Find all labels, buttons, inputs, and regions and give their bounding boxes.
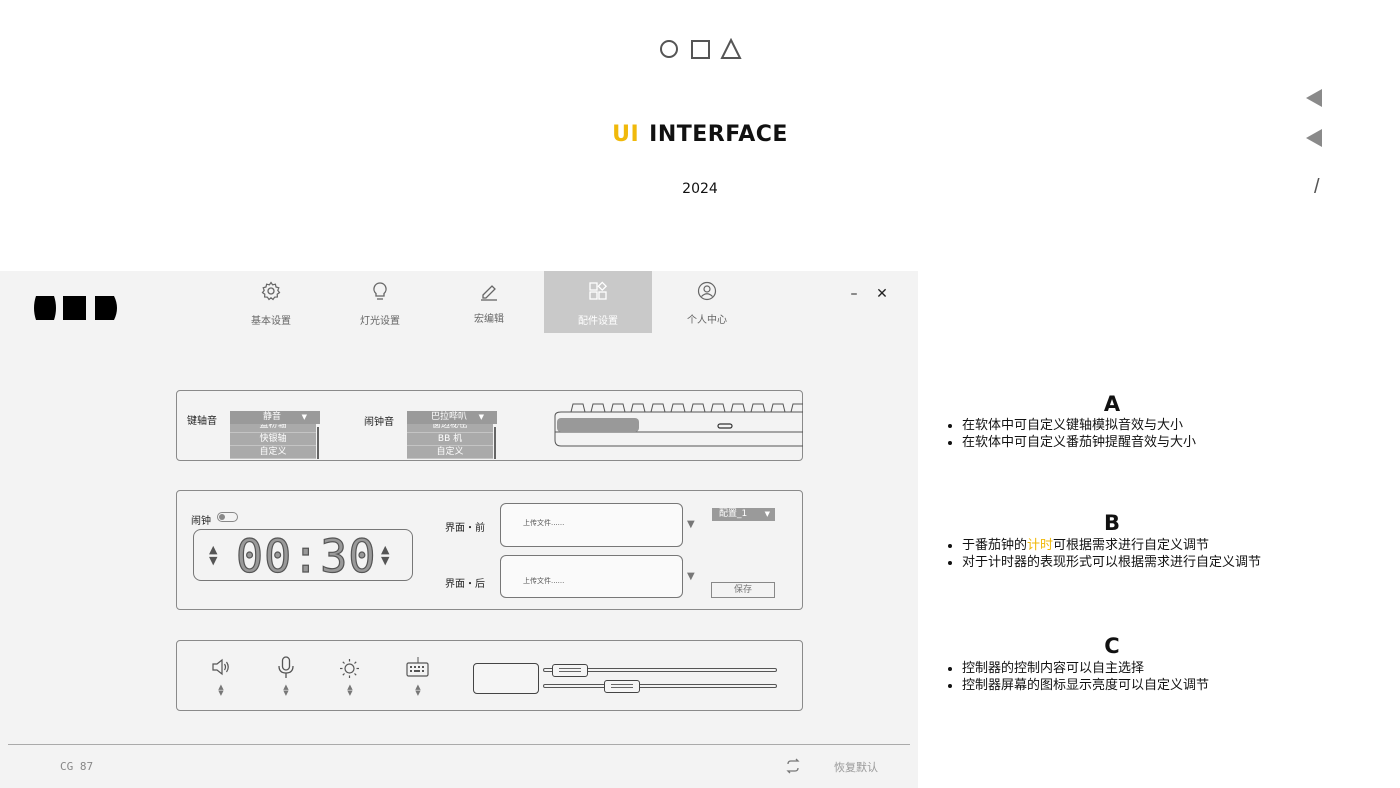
title-main: INTERFACE [649, 122, 788, 147]
model-label: CG 87 [60, 760, 94, 773]
tab-basic-settings[interactable]: 基本设置 [217, 271, 325, 333]
slider-track[interactable] [543, 684, 777, 688]
note-item: 对于计时器的表现形式可以根据需求进行自定义调节 [962, 554, 1292, 571]
section-c-letter: C [1104, 634, 1120, 658]
option-item[interactable]: 快银轴 [230, 433, 316, 446]
save-button[interactable]: 保存 [711, 582, 775, 598]
section-a-notes: 在软体中可自定义键轴模拟音效与大小 在软体中可自定义番茄钟提醒音效与大小 [944, 417, 1302, 451]
tab-label: 灯光设置 [360, 316, 400, 327]
volume-stepper[interactable]: ▲ ▼ [216, 684, 226, 697]
alarm-sound-label: 闹钟音 [364, 417, 394, 428]
switch-sound-dropdown[interactable]: 静音 ▼ [230, 411, 320, 424]
page-title: UI INTERFACE [0, 122, 1400, 147]
circle-icon [660, 40, 678, 58]
upload-placeholder: 上传文件...... [523, 577, 565, 585]
reset-default-button[interactable]: 恢复默认 [834, 759, 878, 775]
option-item[interactable]: 自定义 [230, 446, 316, 459]
footer-divider [8, 744, 910, 745]
square-icon [691, 40, 710, 59]
keyboard-illustration [554, 403, 803, 447]
slider-thumb[interactable] [604, 680, 640, 693]
close-button[interactable]: ✕ [874, 286, 890, 302]
scrollbar[interactable] [317, 427, 319, 459]
chevron-down-icon: ▼ [478, 413, 484, 421]
speaker-icon[interactable] [211, 657, 231, 677]
note-item: 控制器屏幕的图标显示亮度可以自定义调节 [962, 677, 1302, 694]
lightbulb-icon [373, 282, 387, 300]
dropdown-value: 配置_1 [719, 509, 748, 519]
reset-icon[interactable] [785, 758, 801, 774]
triangle-icon [720, 38, 742, 59]
tab-label: 基本设置 [251, 316, 291, 327]
switch-sound-label: 键轴音 [187, 416, 217, 427]
note-item: 在软体中可自定义键轴模拟音效与大小 [962, 417, 1302, 434]
alarm-sound-options: 窗边秘密 BB 机 自定义 [407, 424, 493, 459]
gear-icon [261, 281, 281, 301]
left-triangle-icon [1306, 129, 1322, 147]
timer-left-stepper[interactable]: ▲ ▼ [209, 544, 217, 566]
section-b-letter: B [1103, 511, 1120, 535]
timer-time: 00:30 [235, 529, 377, 583]
chevron-down-icon: ▼ [764, 510, 770, 518]
user-icon [697, 281, 717, 301]
accessories-icon [589, 281, 608, 300]
chevron-down-icon[interactable]: ▼ [687, 571, 695, 582]
left-triangle-icon [1306, 89, 1322, 107]
microphone-icon[interactable] [276, 656, 296, 680]
tab-label: 配件设置 [578, 316, 618, 327]
upload-placeholder: 上传文件...... [523, 519, 565, 527]
tab-macro-edit[interactable]: 宏编辑 [435, 271, 543, 333]
option-item[interactable]: 自定义 [407, 446, 493, 459]
tab-label: 个人中心 [687, 315, 727, 326]
config-dropdown[interactable]: 配置_1 ▼ [712, 508, 775, 521]
tab-label: 宏编辑 [474, 314, 504, 325]
note-highlight: 计时 [1027, 538, 1054, 553]
back-screen-label: 界面・后 [445, 579, 485, 590]
back-upload-field[interactable]: 上传文件...... [500, 555, 683, 598]
front-upload-field[interactable]: 上传文件...... [500, 503, 683, 547]
brightness-icon[interactable] [339, 658, 360, 679]
minimize-button[interactable]: – [846, 286, 862, 302]
title-accent: UI [612, 122, 640, 147]
front-screen-label: 界面・前 [445, 523, 485, 534]
alarm-toggle[interactable] [217, 512, 238, 522]
page-year: 2024 [682, 181, 718, 197]
note-item: 在软体中可自定义番茄钟提醒音效与大小 [962, 434, 1302, 451]
timer-right-stepper[interactable]: ▲ ▼ [381, 544, 389, 566]
tab-personal-center[interactable]: 个人中心 [653, 271, 761, 333]
keyboard-light-stepper[interactable]: ▲ ▼ [413, 684, 423, 697]
tab-accessory-settings[interactable]: 配件设置 [544, 271, 652, 333]
switch-sound-options: 蓝粉轴 快银轴 自定义 [230, 424, 316, 459]
section-b-notes: 于番茄钟的计时可根据需求进行自定义调节 对于计时器的表现形式可以根据需求进行自定… [944, 537, 1292, 571]
scrollbar[interactable] [494, 427, 496, 459]
alarm-sound-dropdown[interactable]: 巴拉哔叭 ▼ [407, 411, 497, 424]
alarm-toggle-label: 闹钟 [191, 516, 211, 527]
chevron-down-icon[interactable]: ▼ [687, 519, 695, 530]
shape-icons [660, 38, 742, 59]
keyboard-icon[interactable] [406, 656, 429, 678]
mic-stepper[interactable]: ▲ ▼ [281, 684, 291, 697]
chevron-down-icon: ▼ [301, 413, 307, 421]
note-text: 可根据需求进行自定义调节 [1053, 538, 1210, 553]
section-c-notes: 控制器的控制内容可以自主选择 控制器屏幕的图标显示亮度可以自定义调节 [944, 660, 1302, 694]
edit-icon [481, 285, 497, 301]
option-item[interactable]: 窗边秘密 [407, 424, 493, 433]
slash-mark: / [1314, 176, 1320, 198]
option-item[interactable]: 蓝粉轴 [230, 424, 316, 433]
brightness-stepper[interactable]: ▲ ▼ [345, 684, 355, 697]
slider-thumb[interactable] [552, 664, 588, 677]
controller-screen-preview [473, 663, 539, 694]
note-item: 控制器的控制内容可以自主选择 [962, 660, 1302, 677]
note-item: 于番茄钟的计时可根据需求进行自定义调节 [962, 537, 1292, 554]
brand-logo [34, 296, 117, 320]
note-text: 于番茄钟的 [962, 538, 1028, 553]
tab-light-settings[interactable]: 灯光设置 [326, 271, 434, 333]
section-a-letter: A [1103, 392, 1121, 416]
option-item[interactable]: BB 机 [407, 433, 493, 446]
